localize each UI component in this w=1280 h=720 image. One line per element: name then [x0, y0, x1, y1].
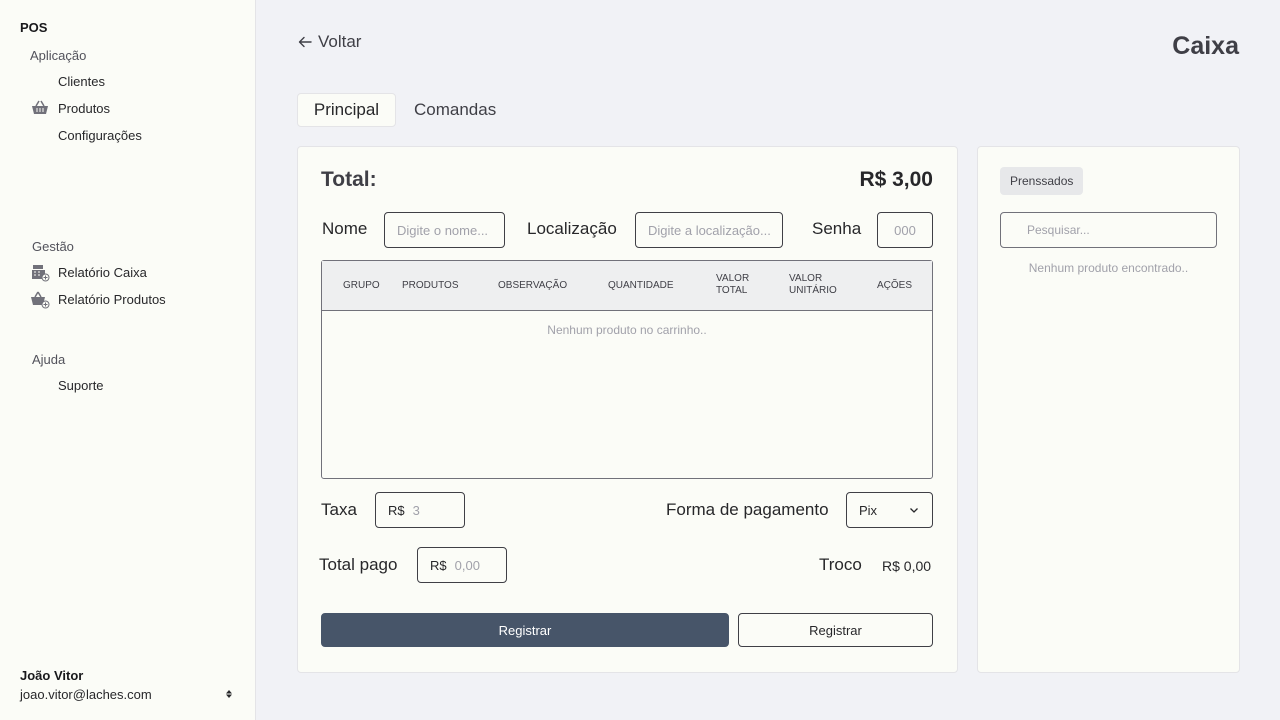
empty-cart-message: Nenhum produto no carrinho..	[547, 323, 707, 337]
basket-icon	[30, 98, 50, 118]
troco-label: Troco	[819, 555, 862, 574]
nome-label: Nome	[322, 219, 368, 238]
register-secondary-button[interactable]: Registrar	[738, 613, 933, 647]
order-card: Total: R$ 3,00 Nome Localização Senha Gr…	[297, 146, 958, 673]
tab-comandas[interactable]: Comandas	[414, 93, 496, 127]
payment-method-select[interactable]: Pix	[846, 492, 933, 528]
sidebar-item-label: Clientes	[58, 73, 105, 89]
currency-prefix: R$	[388, 502, 405, 518]
currency-prefix: R$	[430, 557, 447, 573]
section-title-gestao: Gestão	[32, 239, 74, 254]
column-header-produtos: Produtos	[402, 280, 459, 291]
cart-table-header: Grupo Produtos Observação Quantidade Val…	[322, 261, 932, 311]
sidebar-item-label: Relatório Produtos	[58, 291, 166, 307]
sidebar-item-relatorio-produtos[interactable]: Relatório Produtos	[30, 288, 166, 310]
no-product-message: Nenhum produto encontrado..	[1028, 261, 1189, 275]
total-pago-label: Total pago	[319, 555, 398, 574]
products-panel: Prenssados Nenhum produto encontrado..	[977, 146, 1240, 673]
sort-toggle-icon[interactable]	[222, 686, 236, 702]
chevron-down-icon	[910, 508, 918, 513]
total-label: Total:	[321, 168, 377, 191]
nome-input[interactable]	[384, 212, 505, 248]
arrow-left-icon	[298, 36, 312, 48]
troco-value: R$ 0,00	[882, 558, 932, 574]
cart-table: Grupo Produtos Observação Quantidade Val…	[321, 260, 933, 479]
payment-method-label: Forma de pagamento	[666, 500, 829, 519]
column-header-quantidade: Quantidade	[608, 280, 674, 291]
taxa-input[interactable]	[412, 502, 453, 518]
senha-label: Senha	[812, 219, 862, 238]
category-chip[interactable]: Prenssados	[1000, 167, 1084, 195]
column-header-valor-total: Valor total	[716, 273, 750, 296]
sidebar-item-suporte[interactable]: Suporte	[30, 374, 104, 396]
sidebar-item-label: Configurações	[58, 127, 142, 143]
user-name: João Vitor	[20, 668, 84, 683]
back-link[interactable]: Voltar	[298, 32, 361, 52]
tab-principal[interactable]: Principal	[297, 93, 396, 127]
sidebar-item-label: Suporte	[58, 377, 104, 393]
sidebar-item-label: Relatório Caixa	[58, 264, 147, 280]
product-search-input[interactable]	[1000, 212, 1217, 248]
section-title-ajuda: Ajuda	[32, 352, 66, 367]
localizacao-input[interactable]	[635, 212, 783, 248]
column-header-observacao: Observação	[498, 280, 568, 291]
user-profile: João Vitor joao.vitor@laches.com	[20, 668, 236, 702]
senha-input[interactable]	[877, 212, 933, 248]
total-pago-field[interactable]: R$	[417, 547, 507, 583]
taxa-label: Taxa	[321, 500, 357, 519]
sidebar-item-clientes[interactable]: Clientes	[30, 70, 105, 92]
section-title-aplicacao: Aplicação	[30, 48, 87, 63]
brand-logo-text: POS	[20, 20, 48, 35]
column-header-valor-unitario: Valor unitário	[789, 273, 837, 296]
page-title: Caixa	[1172, 32, 1239, 60]
sidebar: POS Aplicação Clientes Produtos Configur…	[0, 0, 256, 720]
sidebar-item-relatorio-caixa[interactable]: Relatório Caixa	[30, 261, 147, 283]
user-email: joao.vitor@laches.com	[20, 687, 152, 702]
total-value: R$ 3,00	[859, 168, 933, 191]
register-button[interactable]: Registrar	[321, 613, 729, 647]
localizacao-label: Localização	[527, 219, 617, 238]
column-header-acoes: Ações	[877, 280, 913, 291]
taxa-field[interactable]: R$	[375, 492, 465, 528]
payment-method-value: Pix	[859, 502, 878, 518]
column-header-grupo: Grupo	[343, 280, 380, 291]
sidebar-item-configuracoes[interactable]: Configurações	[30, 124, 142, 146]
basket-report-icon	[30, 289, 50, 309]
sidebar-item-produtos[interactable]: Produtos	[30, 97, 110, 119]
sidebar-item-label: Produtos	[58, 100, 111, 116]
back-label: Voltar	[318, 32, 362, 51]
register-report-icon	[30, 262, 50, 282]
total-pago-input[interactable]	[454, 557, 495, 573]
